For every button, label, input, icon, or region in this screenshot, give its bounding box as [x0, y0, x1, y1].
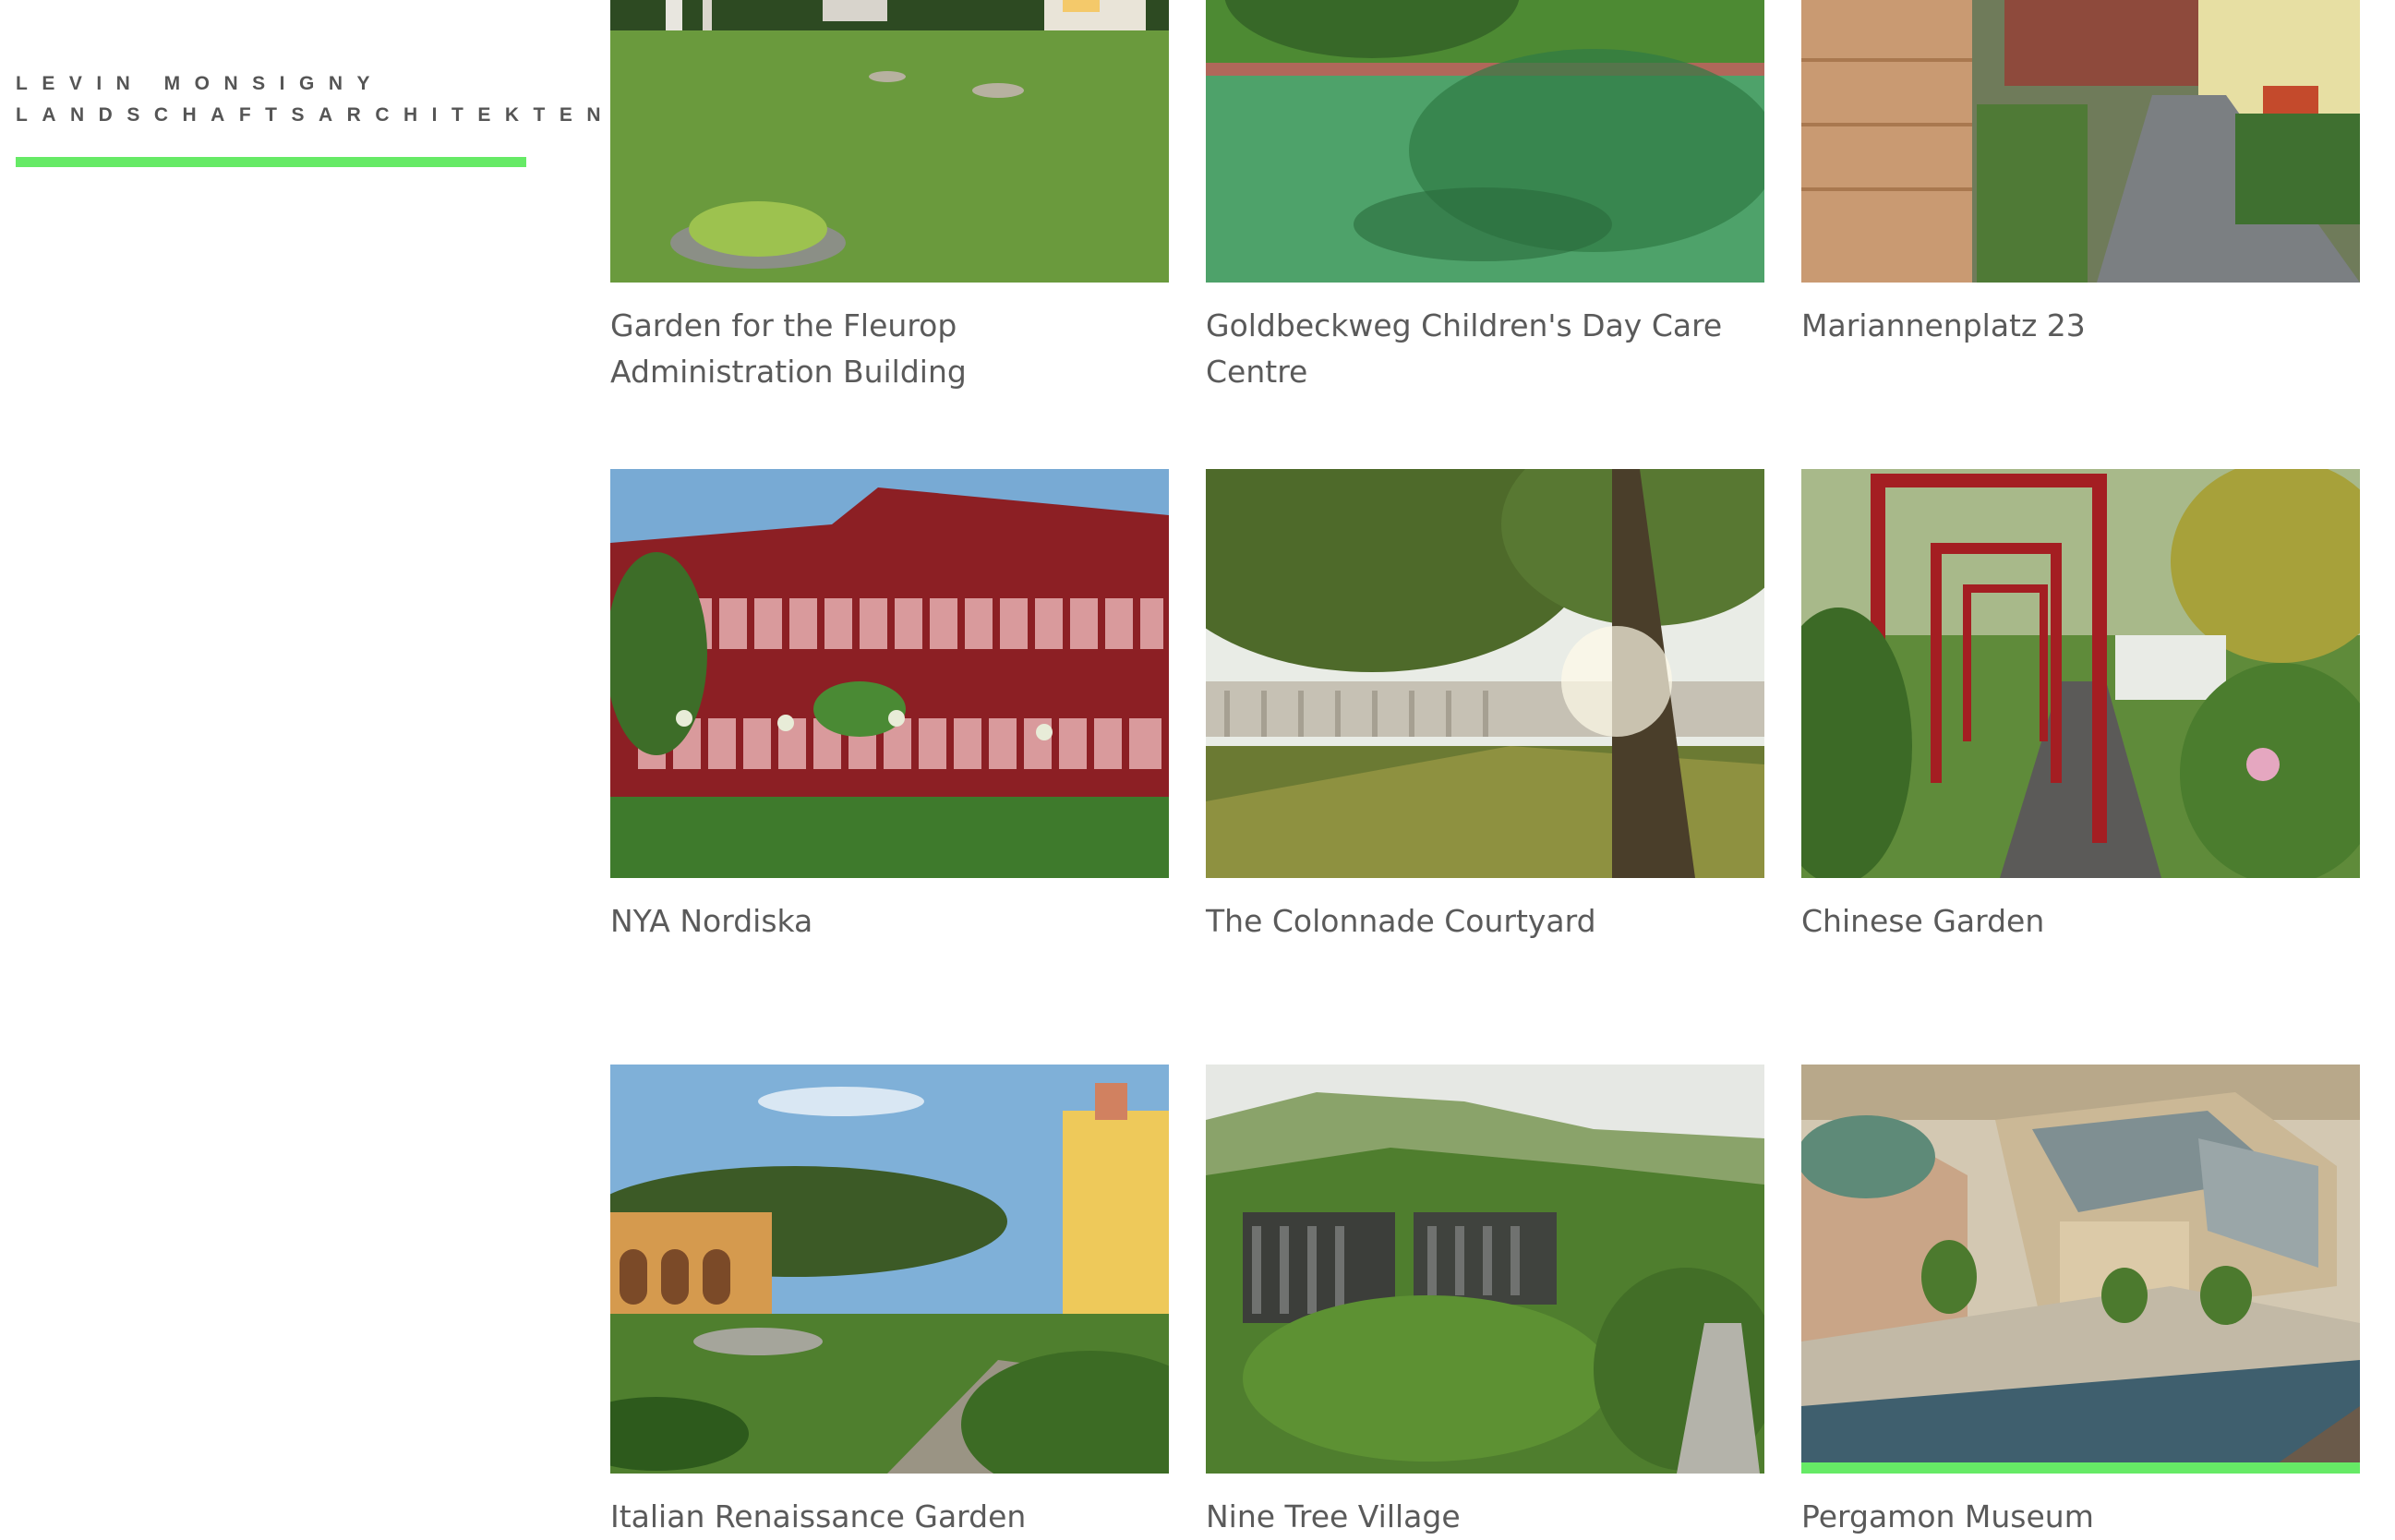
project-card[interactable]: Nine Tree Village — [1206, 1065, 1764, 1540]
logo-line-subtitle: LANDSCHAFTSARCHITEKTEN — [16, 104, 615, 126]
project-card[interactable]: Garden for the Fleurop Administration Bu… — [610, 0, 1169, 395]
logo-line-name: LEVIN MONSIGNY — [16, 73, 385, 94]
project-thumbnail — [1801, 0, 2360, 283]
project-card[interactable]: Italian Renaissance Garden — [610, 1065, 1169, 1540]
project-title: Chinese Garden — [1801, 903, 2045, 939]
project-title: Italian Renaissance Garden — [610, 1498, 1027, 1534]
project-title: Mariannenplatz 23 — [1801, 307, 2086, 343]
project-title: Garden for the Fleurop Administration Bu… — [610, 307, 967, 390]
project-title: The Colonnade Courtyard — [1206, 903, 1596, 939]
project-title: NYA Nordiska — [610, 903, 813, 939]
project-thumbnail — [1801, 1065, 2360, 1474]
project-title: Pergamon Museum — [1801, 1498, 2094, 1534]
project-thumbnail — [1206, 0, 1764, 283]
project-thumbnail — [1206, 469, 1764, 878]
project-card[interactable]: Goldbeckweg Children's Day Care Centre — [1206, 0, 1764, 395]
project-card[interactable]: NYA Nordiska — [610, 469, 1169, 944]
project-thumbnail — [610, 469, 1169, 878]
project-card-active[interactable]: Pergamon Museum — [1801, 1065, 2360, 1540]
project-card[interactable]: Mariannenplatz 23 — [1801, 0, 2360, 349]
project-thumbnail — [610, 1065, 1169, 1474]
project-title: Nine Tree Village — [1206, 1498, 1461, 1534]
project-card[interactable]: The Colonnade Courtyard — [1206, 469, 1764, 944]
logo-accent-bar — [16, 157, 526, 167]
project-title: Goldbeckweg Children's Day Care Centre — [1206, 307, 1723, 390]
active-indicator-bar — [1801, 1462, 2360, 1474]
project-card[interactable]: Chinese Garden — [1801, 469, 2360, 944]
site-logo[interactable]: LEVIN MONSIGNY LANDSCHAFTSARCHITEKTEN — [16, 68, 615, 167]
project-thumbnail — [1801, 469, 2360, 878]
project-thumbnail — [1206, 1065, 1764, 1474]
project-thumbnail — [610, 0, 1169, 283]
